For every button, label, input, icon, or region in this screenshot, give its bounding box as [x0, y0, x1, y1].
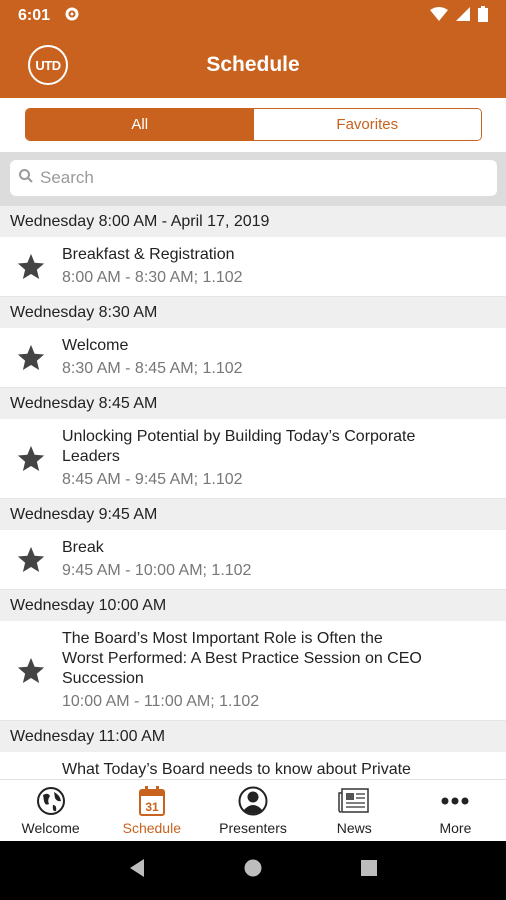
section-header: Wednesday 9:45 AM — [0, 499, 506, 530]
nav-schedule[interactable]: 31 Schedule — [101, 780, 202, 841]
search-bar — [0, 152, 506, 206]
item-time-room: 10:00 AM - 11:00 AM; 1.102 — [62, 693, 260, 710]
nav-news[interactable]: News — [304, 780, 405, 841]
section-header: Wednesday 8:30 AM — [0, 297, 506, 328]
item-time-room: 8:30 AM - 8:45 AM; 1.102 — [62, 360, 243, 377]
app-bar: UTD Schedule — [0, 32, 506, 98]
star-favorite-icon[interactable] — [0, 545, 62, 575]
item-time-room: 8:45 AM - 9:45 AM; 1.102 — [62, 471, 243, 488]
item-title: Worst Performed: A Best Practice Session… — [62, 650, 422, 667]
back-icon[interactable] — [128, 858, 146, 883]
schedule-item[interactable]: Welcome 8:30 AM - 8:45 AM; 1.102 — [0, 328, 506, 388]
item-title: What Today’s Board needs to know about P… — [62, 761, 411, 778]
nav-presenters[interactable]: Presenters — [202, 780, 303, 841]
settings-gear-icon — [64, 6, 80, 27]
recents-icon[interactable] — [360, 859, 378, 882]
item-title: The Board’s Most Important Role is Often… — [62, 630, 383, 647]
logo-text: UTD — [35, 57, 61, 73]
item-title: Unlocking Potential by Building Today’s … — [62, 428, 416, 445]
item-title: Succession — [62, 670, 144, 687]
item-text: What Today’s Board needs to know about P… — [62, 760, 496, 779]
nav-label: Schedule — [122, 819, 181, 836]
search-input[interactable] — [40, 168, 472, 188]
item-title: Leaders — [62, 448, 120, 465]
section-header: Wednesday 8:00 AM - April 17, 2019 — [0, 206, 506, 237]
item-text: Unlocking Potential by Building Today’s … — [62, 427, 496, 490]
calendar-icon: 31 — [138, 785, 165, 816]
nav-label: Presenters — [219, 819, 287, 836]
utd-logo[interactable]: UTD — [28, 45, 68, 85]
status-time: 6:01 — [18, 7, 51, 24]
globe-icon — [36, 786, 66, 816]
nav-label: More — [439, 819, 472, 836]
item-text: Break 9:45 AM - 10:00 AM; 1.102 — [62, 538, 496, 581]
section-header: Wednesday 10:00 AM — [0, 590, 506, 621]
system-navigation-bar — [0, 841, 506, 900]
item-title: Breakfast & Registration — [62, 246, 235, 263]
app-header: 6:01 UTD Schedule — [0, 0, 506, 98]
item-text: The Board’s Most Important Role is Often… — [62, 629, 496, 712]
newspaper-icon — [338, 786, 370, 816]
bottom-navigation: Welcome 31 Schedule Presenters News More — [0, 779, 506, 841]
star-favorite-icon[interactable] — [0, 444, 62, 474]
item-text: Welcome 8:30 AM - 8:45 AM; 1.102 — [62, 336, 496, 379]
filter-bar: All Favorites — [0, 98, 506, 152]
schedule-item[interactable]: Unlocking Potential by Building Today’s … — [0, 419, 506, 499]
schedule-item[interactable]: What Today’s Board needs to know about P… — [0, 752, 506, 779]
star-favorite-icon[interactable] — [0, 343, 62, 373]
more-dots-icon — [440, 786, 470, 816]
section-header: Wednesday 8:45 AM — [0, 388, 506, 419]
tab-all[interactable]: All — [26, 109, 254, 140]
search-icon — [18, 168, 40, 189]
section-header: Wednesday 11:00 AM — [0, 721, 506, 752]
star-favorite-icon[interactable] — [0, 656, 62, 686]
nav-label: Welcome — [21, 819, 80, 836]
search-box[interactable] — [10, 160, 497, 196]
wifi-icon — [430, 6, 448, 26]
calendar-day: 31 — [145, 800, 159, 814]
page-title: Schedule — [206, 53, 300, 76]
schedule-list[interactable]: Wednesday 8:00 AM - April 17, 2019 Breakf… — [0, 206, 506, 779]
status-icons — [430, 5, 488, 27]
battery-icon — [478, 5, 488, 27]
home-icon[interactable] — [243, 858, 263, 883]
status-bar: 6:01 — [0, 0, 506, 32]
nav-more[interactable]: More — [405, 780, 506, 841]
schedule-item[interactable]: The Board’s Most Important Role is Often… — [0, 621, 506, 721]
item-text: Breakfast & Registration 8:00 AM - 8:30 A… — [62, 245, 496, 288]
item-title: Break — [62, 539, 104, 556]
tab-favorites[interactable]: Favorites — [253, 109, 481, 140]
item-title: Welcome — [62, 337, 129, 354]
star-favorite-icon[interactable] — [0, 252, 62, 282]
schedule-item[interactable]: Break 9:45 AM - 10:00 AM; 1.102 — [0, 530, 506, 590]
person-icon — [238, 786, 268, 816]
item-time-room: 8:00 AM - 8:30 AM; 1.102 — [62, 269, 243, 286]
item-time-room: 9:45 AM - 10:00 AM; 1.102 — [62, 562, 252, 579]
nav-welcome[interactable]: Welcome — [0, 780, 101, 841]
segmented-control: All Favorites — [25, 108, 482, 141]
schedule-item[interactable]: Breakfast & Registration 8:00 AM - 8:30 A… — [0, 237, 506, 297]
signal-icon — [456, 6, 470, 26]
nav-label: News — [336, 819, 372, 836]
